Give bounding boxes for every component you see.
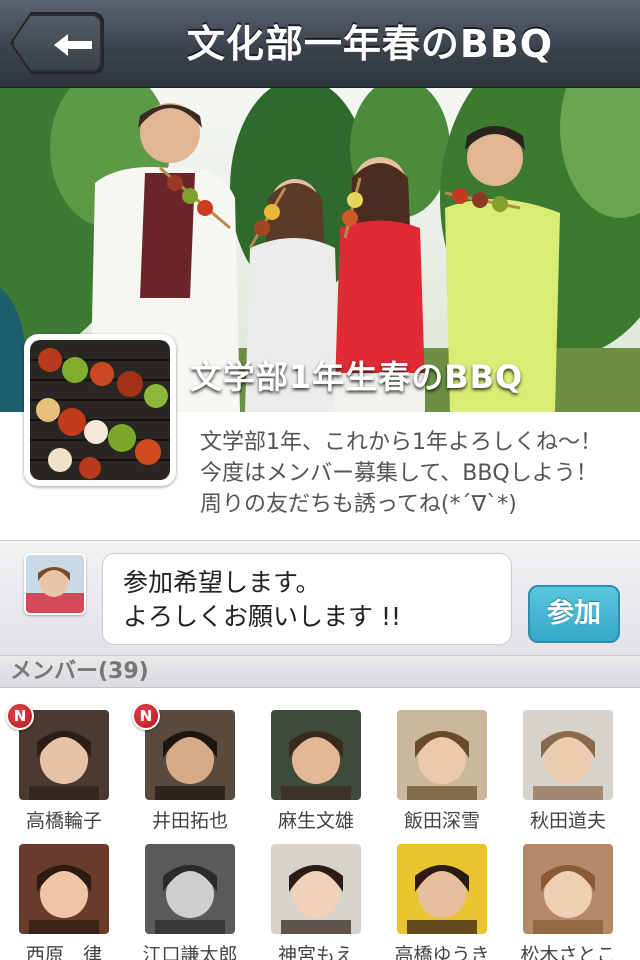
comment-bar: 参加希望します。 よろしくお願いします !! 参加 xyxy=(0,540,640,656)
member-photo-image xyxy=(523,710,613,800)
member-photo xyxy=(523,844,613,934)
member-photo xyxy=(397,844,487,934)
member-item[interactable]: N 高橋輪子 xyxy=(4,702,124,850)
member-photo xyxy=(19,710,109,800)
member-photo xyxy=(145,844,235,934)
new-badge: N xyxy=(132,702,160,730)
member-name: 高橋ゆうき xyxy=(394,944,490,960)
member-photo xyxy=(145,710,235,800)
avatar-image xyxy=(26,555,84,613)
event-description: 文学部1年、これから1年よろしくね〜！ 今度はメンバー募集して、BBQしよう！ … xyxy=(200,430,602,517)
member-photo-image xyxy=(271,710,361,800)
member-name: 江口謙太郎 xyxy=(142,944,238,960)
member-item[interactable]: 江口謙太郎 xyxy=(130,844,250,960)
member-item[interactable]: 秋田道夫 xyxy=(508,710,628,850)
member-photo-image xyxy=(271,844,361,934)
member-item[interactable]: 西原 律 xyxy=(4,844,124,960)
member-item[interactable]: 松木さとこ xyxy=(508,844,628,960)
member-photo-image xyxy=(397,844,487,934)
member-photo-image xyxy=(397,710,487,800)
member-name: 西原 律 xyxy=(25,944,102,960)
back-arrow-icon xyxy=(54,34,92,56)
member-name: 高橋輪子 xyxy=(25,810,102,832)
member-photo-image xyxy=(523,844,613,934)
event-thumbnail xyxy=(24,334,176,486)
member-name: 井田拓也 xyxy=(151,810,228,832)
bbq-skewer-image xyxy=(30,340,170,480)
member-photo xyxy=(271,844,361,934)
member-name: 松木さとこ xyxy=(520,944,616,960)
page-title: 文化部一年春のBBQ xyxy=(186,22,554,66)
member-name: 神宮もえ xyxy=(277,944,354,960)
join-button[interactable]: 参加 xyxy=(528,585,620,643)
member-photo-image xyxy=(19,710,109,800)
member-photo xyxy=(397,710,487,800)
member-name: 飯田深雪 xyxy=(403,810,480,832)
member-item[interactable]: 高橋ゆうき xyxy=(382,844,502,960)
member-item[interactable]: N 井田拓也 xyxy=(130,702,250,850)
member-photo-image xyxy=(19,844,109,934)
member-name: 秋田道夫 xyxy=(529,810,606,832)
member-photo xyxy=(271,710,361,800)
event-name: 文学部1年生春のBBQ xyxy=(190,358,524,396)
member-photo xyxy=(19,844,109,934)
member-item[interactable]: 神宮もえ xyxy=(256,844,376,960)
my-avatar xyxy=(24,553,86,615)
navigation-bar: 文化部一年春のBBQ xyxy=(0,0,640,88)
member-photo-image xyxy=(145,844,235,934)
member-photo xyxy=(523,710,613,800)
member-name: 麻生文雄 xyxy=(277,810,354,832)
member-item[interactable]: 麻生文雄 xyxy=(256,710,376,850)
member-photo-image xyxy=(145,710,235,800)
members-header: メンバー(39) xyxy=(0,656,640,688)
new-badge: N xyxy=(6,702,34,730)
member-item[interactable]: 飯田深雪 xyxy=(382,710,502,850)
comment-input[interactable]: 参加希望します。 よろしくお願いします !! xyxy=(102,553,512,645)
